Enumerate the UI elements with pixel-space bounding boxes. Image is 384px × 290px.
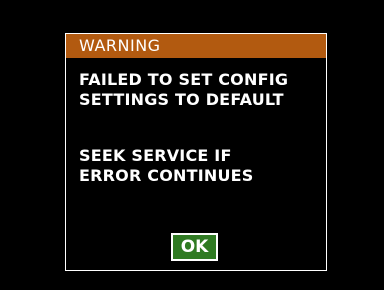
error-message: FAILED TO SET CONFIG SETTINGS TO DEFAULT [79,70,288,110]
error-message-line-2: SETTINGS TO DEFAULT [79,90,284,109]
service-message-line-1: SEEK SERVICE IF [79,146,232,165]
dialog-title: WARNING [66,34,326,58]
service-message: SEEK SERVICE IF ERROR CONTINUES [79,146,254,186]
error-message-line-1: FAILED TO SET CONFIG [79,70,289,89]
ok-button[interactable]: OK [171,233,218,261]
warning-dialog: WARNING FAILED TO SET CONFIG SETTINGS TO… [65,33,327,271]
service-message-line-2: ERROR CONTINUES [79,166,254,185]
